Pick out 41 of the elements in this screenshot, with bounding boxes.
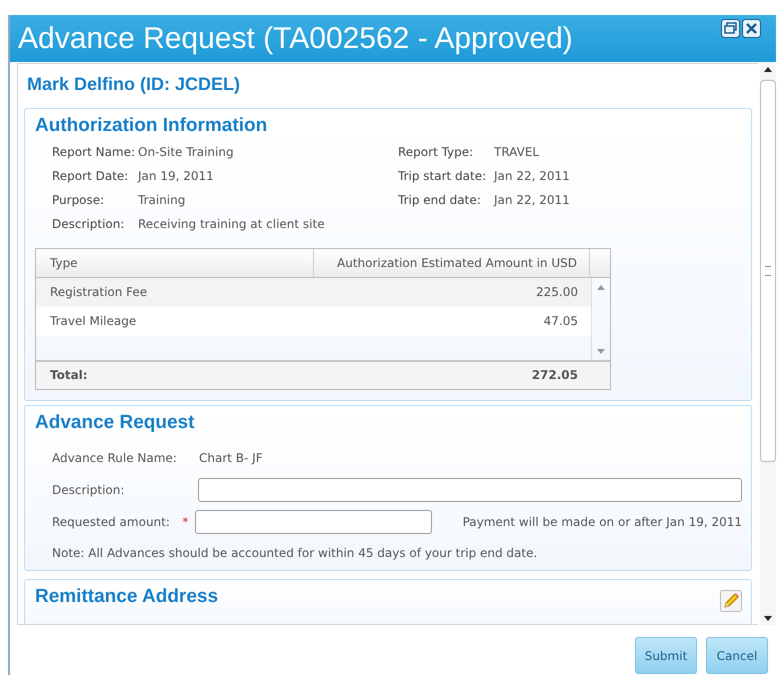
required-mark: *	[182, 515, 190, 529]
field-value: Receiving training at client site	[138, 217, 325, 233]
field-label: Description:	[52, 217, 126, 233]
field-value: Training	[138, 193, 186, 209]
field-label: Trip start date:	[398, 169, 488, 185]
field-label: Trip end date:	[398, 193, 482, 209]
input-field[interactable]	[195, 510, 432, 534]
total-value: 272.05	[530, 367, 579, 384]
restore-icon[interactable]	[721, 19, 740, 38]
table-cell-text: Registration Fee	[49, 284, 148, 301]
field-value: Chart B- JF	[199, 451, 263, 465]
window-title: Advance Request (TA002562 - Approved)	[18, 22, 573, 56]
field-value: Jan 22, 2011	[494, 169, 570, 185]
field-label: Description:	[52, 483, 126, 497]
table-cell-text: Travel Mileage	[49, 313, 138, 330]
column-header[interactable]: Type	[36, 249, 314, 277]
total-label: Total:	[49, 367, 89, 384]
field-label: Report Type:	[398, 145, 474, 161]
section-title: Remittance Address	[35, 586, 218, 608]
field-label: Report Date:	[52, 169, 130, 185]
field-label: Requested amount:	[52, 515, 171, 529]
close-icon[interactable]	[742, 19, 761, 38]
field-value: Jan 19, 2011	[138, 169, 214, 185]
field-value: TRAVEL	[494, 145, 540, 161]
field-label: Advance Rule Name:	[52, 451, 178, 465]
employee-heading: Mark Delfino (ID: JCDEL)	[26, 73, 242, 96]
payment-note: Payment will be made on or after Jan 19, 2011	[462, 515, 742, 529]
field-label: Report Name:	[52, 145, 136, 161]
table-cell-text: 47.05	[542, 313, 579, 330]
footer-button[interactable]: Cancel	[706, 637, 768, 674]
field-value: On-Site Training	[138, 145, 234, 161]
footer-button[interactable]: Submit	[635, 637, 697, 674]
note-text: Note: All Advances should be accounted for within 45 days of your trip end date.	[51, 545, 538, 560]
column-header[interactable]: Authorization Estimated Amount in USD	[314, 249, 590, 277]
section-title: Authorization Information	[35, 115, 268, 137]
section-title: Advance Request	[35, 412, 196, 434]
input-field[interactable]	[198, 478, 742, 502]
field-label: Purpose:	[52, 193, 106, 209]
pencil-icon[interactable]	[720, 590, 742, 612]
field-value: Jan 22, 2011	[494, 193, 570, 209]
table-cell-text: 225.00	[535, 284, 579, 301]
